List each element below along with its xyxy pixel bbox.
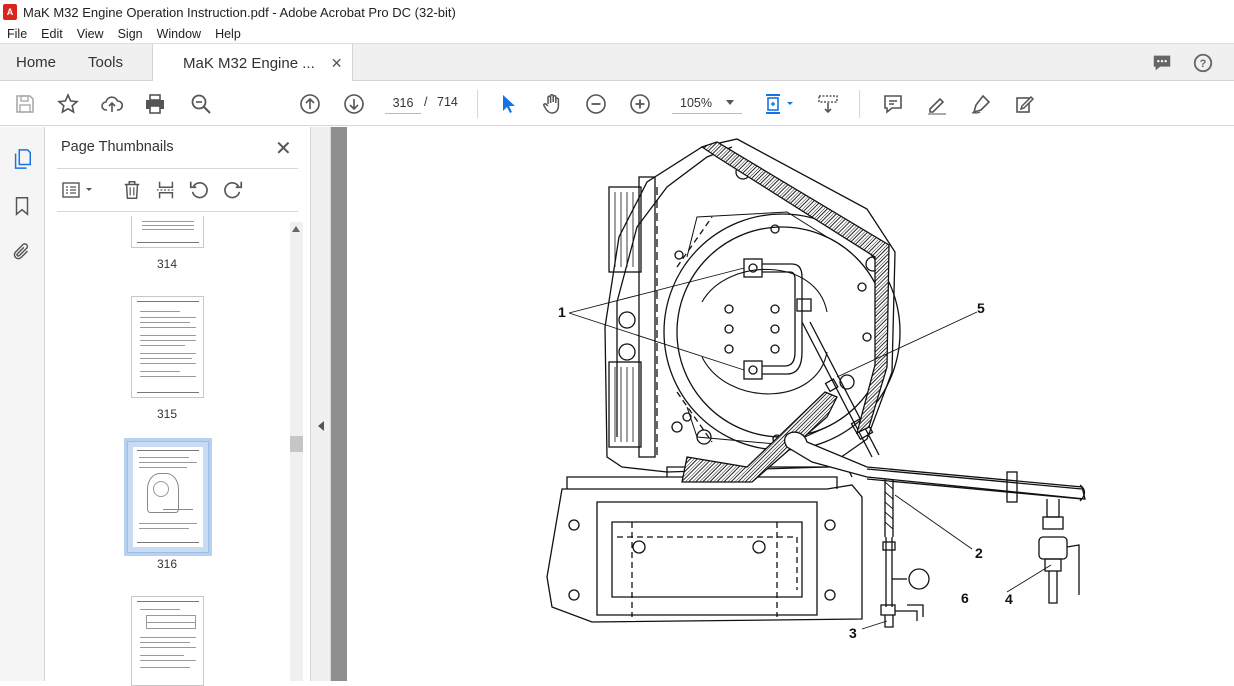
highlight-pen-icon[interactable] — [924, 91, 950, 117]
thumbnail-label: 316 — [156, 557, 178, 571]
rotate-clockwise-icon[interactable] — [221, 177, 245, 203]
panel-splitter[interactable] — [311, 127, 331, 681]
document-margin — [331, 127, 347, 681]
chevron-down-icon — [726, 100, 734, 105]
toolbar-divider — [859, 90, 860, 118]
scroll-up-arrow-icon[interactable] — [292, 226, 300, 232]
thumbnail-page-316[interactable] — [124, 438, 212, 556]
panel-title: Page Thumbnails — [61, 139, 174, 155]
left-navigation-rail — [0, 127, 45, 681]
close-tab-icon[interactable]: ✕ — [331, 55, 343, 72]
attachment-icon[interactable] — [10, 240, 34, 264]
menu-bar: File Edit View Sign Window Help — [0, 24, 1234, 43]
menu-view[interactable]: View — [70, 27, 111, 41]
menu-edit[interactable]: Edit — [34, 27, 70, 41]
tab-tools[interactable]: Tools — [88, 44, 123, 81]
callout-label: 1 — [558, 304, 566, 320]
add-comment-icon[interactable] — [880, 91, 906, 117]
acrobat-app-icon: A — [3, 4, 17, 20]
previous-page-icon[interactable] — [297, 91, 323, 117]
menu-window[interactable]: Window — [150, 27, 208, 41]
callout-label: 5 — [977, 300, 985, 316]
thumbnail-page-317[interactable] — [131, 596, 204, 686]
select-cursor-icon[interactable] — [495, 91, 521, 117]
star-icon[interactable] — [55, 91, 81, 117]
close-panel-icon[interactable]: ✕ — [275, 136, 292, 161]
bookmark-icon[interactable] — [10, 194, 34, 218]
scrollbar-thumb[interactable] — [290, 436, 303, 452]
edit-pdf-icon[interactable] — [1012, 91, 1038, 117]
hand-tool-icon[interactable] — [539, 91, 565, 117]
svg-text:?: ? — [1200, 58, 1207, 70]
toolbar-divider — [477, 90, 478, 118]
title-bar: A MaK M32 Engine Operation Instruction.p… — [0, 0, 1234, 24]
menu-sign[interactable]: Sign — [111, 27, 150, 41]
callout-label: 2 — [975, 545, 983, 561]
panel-divider — [57, 168, 298, 169]
page-number-input[interactable]: 316 — [385, 92, 421, 114]
rotate-counterclockwise-icon[interactable] — [187, 177, 211, 203]
engine-technical-drawing — [546, 138, 1086, 630]
page-thumbnails-icon[interactable] — [10, 147, 34, 171]
callout-label: 3 — [849, 625, 857, 641]
tab-document[interactable]: MaK M32 Engine ... ✕ — [152, 44, 354, 82]
menu-file[interactable]: File — [0, 27, 34, 41]
thumbnails-scrollbar[interactable] — [290, 222, 303, 681]
print-icon[interactable] — [142, 91, 168, 117]
upload-cloud-icon[interactable] — [99, 91, 125, 117]
menu-help[interactable]: Help — [208, 27, 248, 41]
callout-label: 6 — [961, 590, 969, 606]
draw-sign-icon[interactable] — [968, 91, 994, 117]
panel-divider — [57, 211, 298, 212]
thumbnail-page-preview — [133, 447, 203, 547]
delete-page-icon[interactable] — [120, 177, 144, 203]
main-toolbar: 316 / 714 105% — [0, 81, 1234, 126]
zoom-in-icon[interactable] — [627, 91, 653, 117]
thumbnail-page-314[interactable] — [131, 216, 204, 248]
next-page-icon[interactable] — [341, 91, 367, 117]
zoom-search-icon[interactable] — [188, 91, 214, 117]
insert-page-icon[interactable] — [154, 177, 178, 203]
fit-page-icon[interactable] — [760, 91, 798, 117]
comment-icon[interactable] — [1151, 52, 1173, 74]
window-title: MaK M32 Engine Operation Instruction.pdf… — [23, 4, 456, 20]
thumbnail-options-icon[interactable] — [60, 177, 96, 203]
save-icon[interactable] — [12, 91, 38, 117]
thumbnail-page-315[interactable] — [131, 296, 204, 398]
zoom-level-value: 105% — [680, 95, 712, 110]
tab-bar: Home Tools MaK M32 Engine ... ✕ ? — [0, 43, 1234, 82]
help-icon[interactable]: ? — [1192, 52, 1214, 74]
page-separator: / — [424, 95, 428, 109]
callout-label: 4 — [1005, 591, 1013, 607]
zoom-level-select[interactable]: 105% — [672, 92, 742, 114]
collapse-panel-arrow-icon[interactable] — [318, 421, 324, 431]
tab-document-label: MaK M32 Engine ... — [183, 54, 315, 72]
thumbnail-label: 315 — [156, 407, 178, 421]
thumbnail-label: 314 — [156, 257, 178, 271]
page-thumbnails-panel: Page Thumbnails ✕ 314 315 316 — [45, 127, 311, 686]
scroll-mode-icon[interactable] — [815, 91, 841, 117]
tab-home[interactable]: Home — [16, 44, 56, 81]
total-pages: 714 — [437, 95, 458, 109]
zoom-out-icon[interactable] — [583, 91, 609, 117]
pdf-page-view[interactable]: 1 5 2 6 4 3 — [347, 127, 1234, 681]
